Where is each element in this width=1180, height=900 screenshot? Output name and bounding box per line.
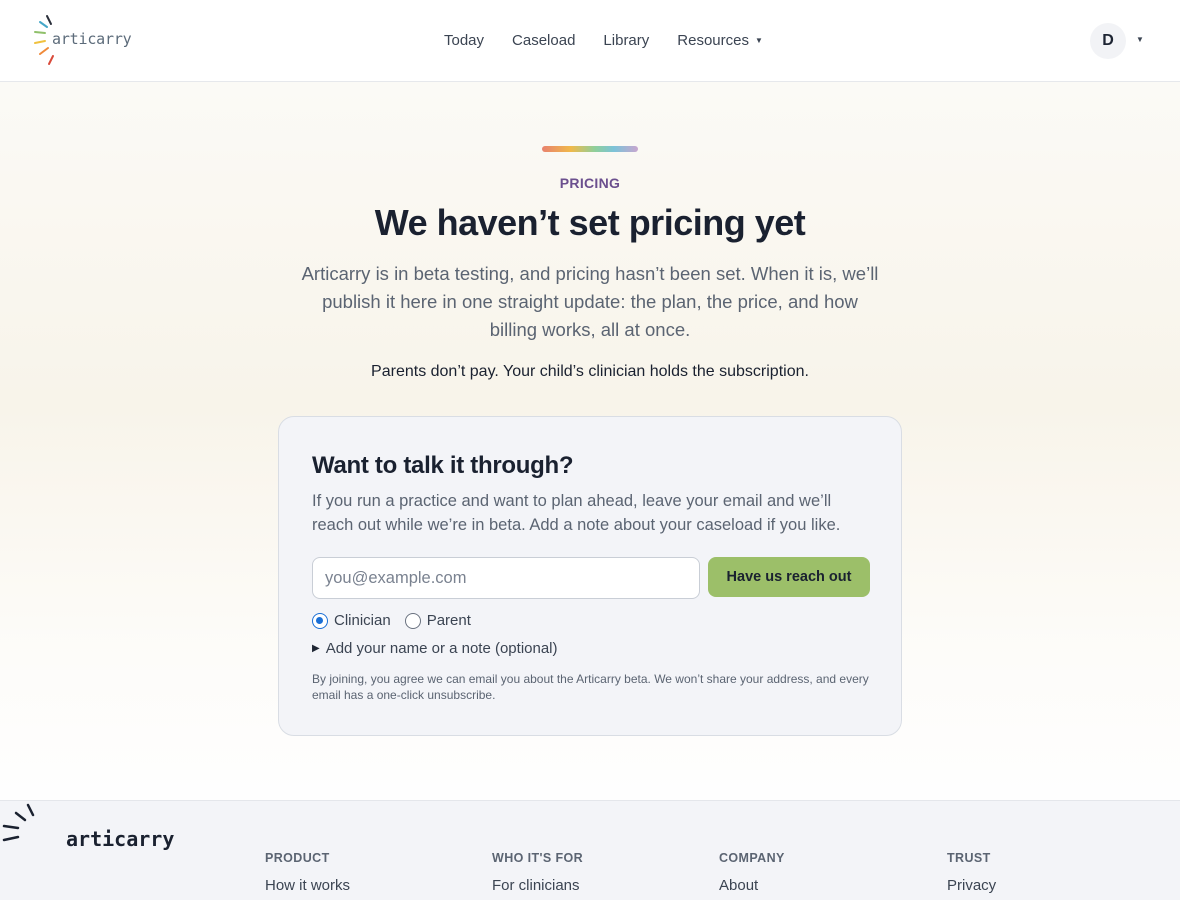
section-eyebrow: PRICING bbox=[559, 175, 621, 191]
footer-col-trust: TRUST Privacy bbox=[947, 851, 996, 894]
radio-clinician[interactable] bbox=[312, 612, 328, 629]
pricing-main: PRICING We haven’t set pricing yet Artic… bbox=[0, 82, 1180, 800]
user-avatar[interactable]: D bbox=[1090, 23, 1126, 59]
nav-resources[interactable]: Resources ▼ bbox=[677, 32, 763, 50]
role-option-clinician[interactable]: Clinician bbox=[312, 612, 391, 629]
contact-card-title: Want to talk it through? bbox=[312, 452, 574, 479]
email-input[interactable] bbox=[312, 557, 700, 599]
hero-lede: Articarry is in beta testing, and pricin… bbox=[301, 263, 879, 340]
rainbow-divider bbox=[542, 146, 638, 152]
reach-out-button[interactable]: Have us reach out bbox=[708, 557, 870, 597]
page-title: We haven’t set pricing yet bbox=[374, 202, 806, 243]
footer-col-title: TRUST bbox=[947, 851, 991, 865]
footer-col-title: PRODUCT bbox=[265, 851, 330, 865]
caret-down-icon: ▼ bbox=[754, 36, 763, 45]
role-option-parent[interactable]: Parent bbox=[404, 612, 471, 629]
footer-col-who-its-for: WHO IT'S FOR For clinicians bbox=[492, 851, 583, 894]
nav-library[interactable]: Library bbox=[603, 32, 649, 50]
main-nav: Today Caseload Library Resources ▼ bbox=[444, 32, 763, 50]
footer-col-company: COMPANY About bbox=[719, 851, 785, 894]
account-menu-caret-icon[interactable]: ▼ bbox=[1136, 35, 1144, 44]
site-footer: articarry PRODUCT How it works WHO IT'S … bbox=[0, 800, 1180, 900]
footer-col-title: WHO IT'S FOR bbox=[492, 851, 584, 865]
footer-logo-wordmark[interactable]: articarry bbox=[66, 827, 174, 851]
parents-note: Parents don’t pay. Your child’s clinicia… bbox=[371, 363, 809, 380]
role-radio-group: Clinician Parent bbox=[312, 612, 471, 629]
site-header: articarry Today Caseload Library Resourc… bbox=[0, 0, 1180, 82]
radio-parent-label: Parent bbox=[426, 612, 471, 629]
optional-note-disclosure[interactable]: ▶ Add your name or a note (optional) bbox=[312, 640, 558, 657]
nav-caseload[interactable]: Caseload bbox=[512, 32, 575, 50]
footer-link-about[interactable]: About bbox=[719, 877, 785, 894]
consent-fineprint: By joining, you agree we can email you a… bbox=[312, 672, 869, 702]
footer-link-how-it-works[interactable]: How it works bbox=[265, 877, 350, 894]
footer-link-privacy[interactable]: Privacy bbox=[947, 877, 996, 894]
logo-wordmark[interactable]: articarry bbox=[52, 30, 132, 48]
disclosure-triangle-icon: ▶ bbox=[312, 643, 320, 654]
contact-card-description: If you run a practice and want to plan a… bbox=[312, 492, 841, 534]
footer-col-product: PRODUCT How it works bbox=[265, 851, 350, 894]
footer-link-for-clinicians[interactable]: For clinicians bbox=[492, 877, 583, 894]
footer-col-title: COMPANY bbox=[719, 851, 785, 865]
nav-today[interactable]: Today bbox=[444, 32, 484, 50]
radio-parent[interactable] bbox=[404, 612, 421, 629]
nav-resources-label: Resources bbox=[677, 32, 749, 49]
radio-clinician-label: Clinician bbox=[334, 612, 391, 629]
contact-card: Want to talk it through? If you run a pr… bbox=[278, 416, 902, 736]
disclosure-label: Add your name or a note (optional) bbox=[325, 640, 558, 657]
